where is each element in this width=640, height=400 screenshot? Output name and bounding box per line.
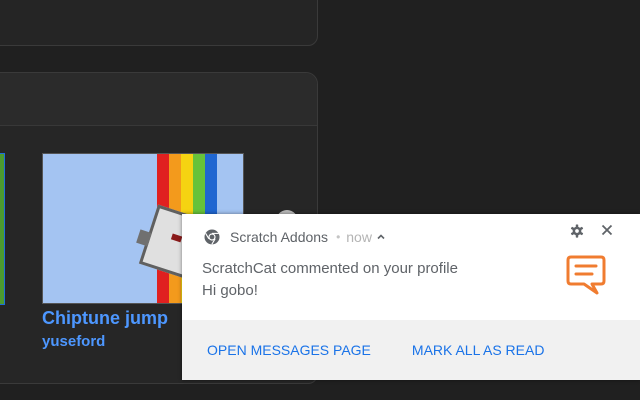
notification-popup[interactable]: Scratch Addons • now ScratchCat commente… [182,214,640,380]
project-author-link[interactable]: yuseford [42,333,105,350]
top-panel [0,0,318,46]
project-title-link[interactable]: Chiptune jump [42,308,168,329]
notification-header: Scratch Addons • now [204,228,386,246]
chrome-icon [204,229,220,245]
caret-up-icon[interactable] [376,232,386,242]
notification-title: ScratchCat commented on your profile [202,260,458,277]
comment-bubble-icon [566,255,606,295]
close-icon[interactable] [600,223,614,237]
separator-dot: • [336,230,341,244]
sprite-ear [136,229,152,247]
notification-body: Hi gobo! [202,282,258,299]
notification-time: now [346,229,372,245]
open-messages-button[interactable]: Open messages page [207,342,371,358]
notification-actions: Open messages page Mark all as read [182,320,640,380]
sprite-mark [170,233,183,243]
project-thumbnail-partial[interactable] [0,153,5,305]
mark-all-read-button[interactable]: Mark all as read [412,342,545,358]
app-name: Scratch Addons [230,229,329,245]
project-panel-header [0,73,317,126]
gear-icon[interactable] [570,224,584,238]
